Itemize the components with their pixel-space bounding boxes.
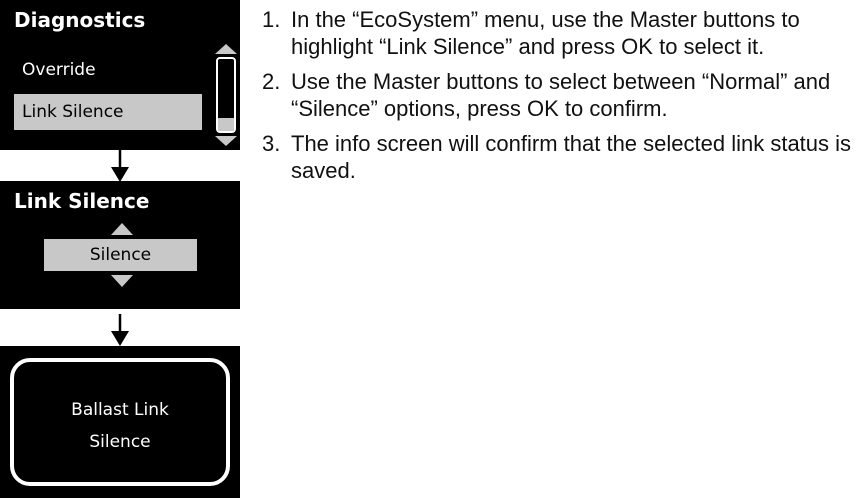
step-item: 1. In the “EcoSystem” menu, use the Mast…: [262, 6, 862, 60]
option-value[interactable]: Silence: [44, 239, 197, 271]
info-frame: [10, 358, 230, 486]
step-text: In the “EcoSystem” menu, use the Master …: [291, 7, 800, 59]
menu-item-link-silence[interactable]: Link Silence: [14, 94, 202, 130]
step-number: 1.: [262, 7, 281, 32]
scrollbar[interactable]: [214, 42, 238, 148]
scroll-thumb: [218, 118, 234, 131]
step-text: Use the Master buttons to select between…: [291, 69, 831, 121]
screen-title: Diagnostics: [14, 8, 146, 32]
diagnostics-screen: Diagnostics Override Link Silence: [0, 0, 240, 150]
step-number: 2.: [262, 69, 281, 94]
step-text: The info screen will confirm that the se…: [291, 131, 852, 183]
arrow-down-icon: [111, 150, 129, 182]
step-item: 2. Use the Master buttons to select betw…: [262, 68, 862, 122]
info-line-1: Ballast Link: [71, 400, 169, 420]
option-down-icon[interactable]: [110, 274, 134, 288]
arrow-down-icon: [111, 314, 129, 346]
scroll-up-icon: [215, 44, 237, 54]
info-screen: Ballast Link Silence: [0, 346, 240, 498]
step-number: 3.: [262, 131, 281, 156]
scroll-down-icon: [215, 136, 237, 146]
menu-item-override[interactable]: Override: [14, 52, 202, 88]
option-up-icon[interactable]: [110, 222, 134, 236]
link-silence-screen: Link Silence Silence: [0, 181, 240, 309]
instruction-steps: 1. In the “EcoSystem” menu, use the Mast…: [262, 6, 862, 192]
info-line-2: Silence: [89, 432, 151, 452]
screen-title: Link Silence: [14, 189, 150, 213]
step-item: 3. The info screen will confirm that the…: [262, 130, 862, 184]
